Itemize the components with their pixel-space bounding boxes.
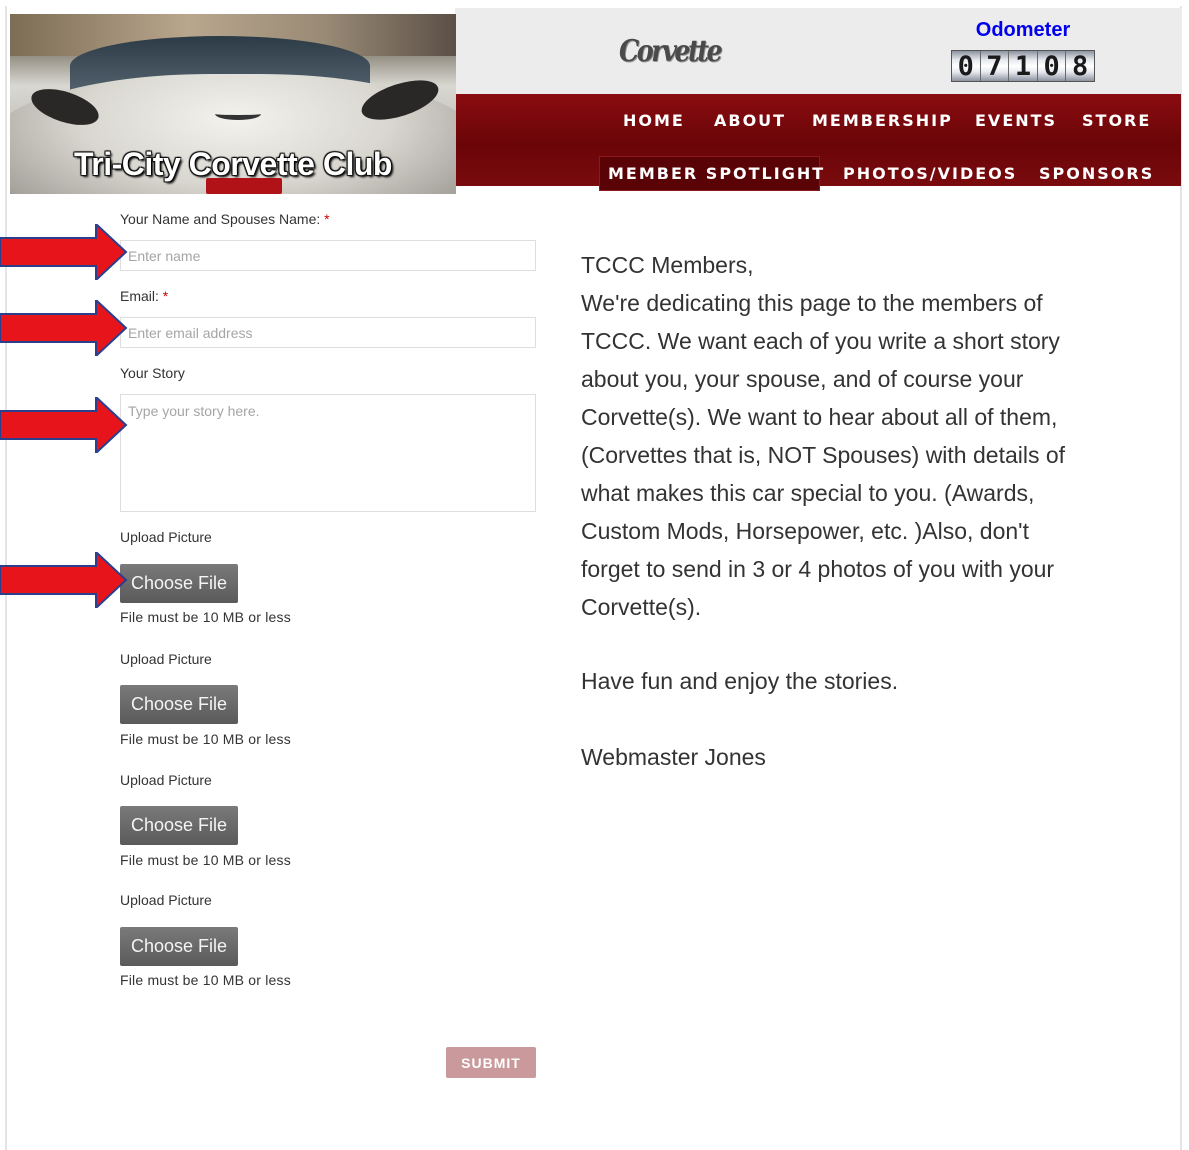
nav-member-spotlight[interactable]: MEMBER SPOTLIGHT — [608, 164, 825, 183]
upload-label: Upload Picture — [120, 892, 212, 908]
nav-photos-videos[interactable]: PHOTOS/VIDEOS — [843, 164, 1017, 183]
name-label: Your Name and Spouses Name: * — [120, 211, 330, 227]
message-line: Corvette(s). — [581, 594, 702, 620]
nav-home[interactable]: HOME — [623, 111, 685, 130]
message-line: Corvette(s). We want to hear about all o… — [581, 404, 1058, 430]
story-textarea[interactable] — [120, 394, 536, 512]
choose-file-button[interactable]: Choose File — [120, 927, 238, 966]
choose-file-button[interactable]: Choose File — [120, 564, 238, 603]
odometer-digit: 8 — [1065, 51, 1094, 82]
corvette-logo[interactable]: Corvette — [619, 34, 723, 74]
odometer-digit: 1 — [1008, 51, 1037, 82]
message-line: We're dedicating this page to the member… — [581, 290, 1043, 316]
site-title: Tri-City Corvette Club — [74, 146, 392, 182]
message-line: TCCC. We want each of you write a short … — [581, 328, 1060, 354]
message-greeting: TCCC Members, — [581, 252, 754, 278]
file-size-note: File must be 10 MB or less — [120, 731, 291, 747]
annotation-arrow-icon — [0, 224, 128, 280]
odometer-digit: 0 — [1036, 51, 1066, 82]
message-signature: Webmaster Jones — [581, 744, 766, 770]
annotation-arrow-icon — [0, 300, 128, 356]
corvette-emblem-icon — [215, 108, 261, 120]
upload-label: Upload Picture — [120, 529, 212, 545]
member-message: TCCC Members, We're dedicating this page… — [581, 246, 1141, 626]
annotation-arrow-icon — [0, 552, 128, 608]
odometer-digit: 0 — [952, 51, 980, 82]
nav-sponsors[interactable]: SPONSORS — [1039, 164, 1154, 183]
odometer-digit: 7 — [979, 51, 1009, 82]
nav-membership[interactable]: MEMBERSHIP — [812, 111, 953, 130]
message-line: what makes this car special to you. (Awa… — [581, 480, 1035, 506]
nav-about[interactable]: ABOUT — [714, 111, 786, 130]
message-line: Custom Mods, Horsepower, etc. )Also, don… — [581, 518, 1029, 544]
file-size-note: File must be 10 MB or less — [120, 609, 291, 625]
message-line: about you, your spouse, and of course yo… — [581, 366, 1024, 392]
file-size-note: File must be 10 MB or less — [120, 972, 291, 988]
file-size-note: File must be 10 MB or less — [120, 852, 291, 868]
message-line: forget to send in 3 or 4 photos of you w… — [581, 556, 1055, 582]
choose-file-button[interactable]: Choose File — [120, 685, 238, 724]
odometer-counter: 0 7 1 0 8 — [951, 50, 1095, 82]
odometer-label: Odometer — [975, 19, 1071, 41]
upload-label: Upload Picture — [120, 651, 212, 667]
message-closing: Have fun and enjoy the stories. — [581, 668, 899, 694]
nav-events[interactable]: EVENTS — [975, 111, 1057, 130]
annotation-arrow-icon — [0, 397, 128, 453]
submit-button[interactable]: SUBMIT — [446, 1047, 536, 1078]
email-input[interactable] — [120, 317, 536, 348]
message-line: (Corvettes that is, NOT Spouses) with de… — [581, 442, 1066, 468]
choose-file-button[interactable]: Choose File — [120, 806, 238, 845]
upload-label: Upload Picture — [120, 772, 212, 788]
nav-store[interactable]: STORE — [1082, 111, 1151, 130]
story-label: Your Story — [120, 365, 185, 381]
name-input[interactable] — [120, 240, 536, 271]
